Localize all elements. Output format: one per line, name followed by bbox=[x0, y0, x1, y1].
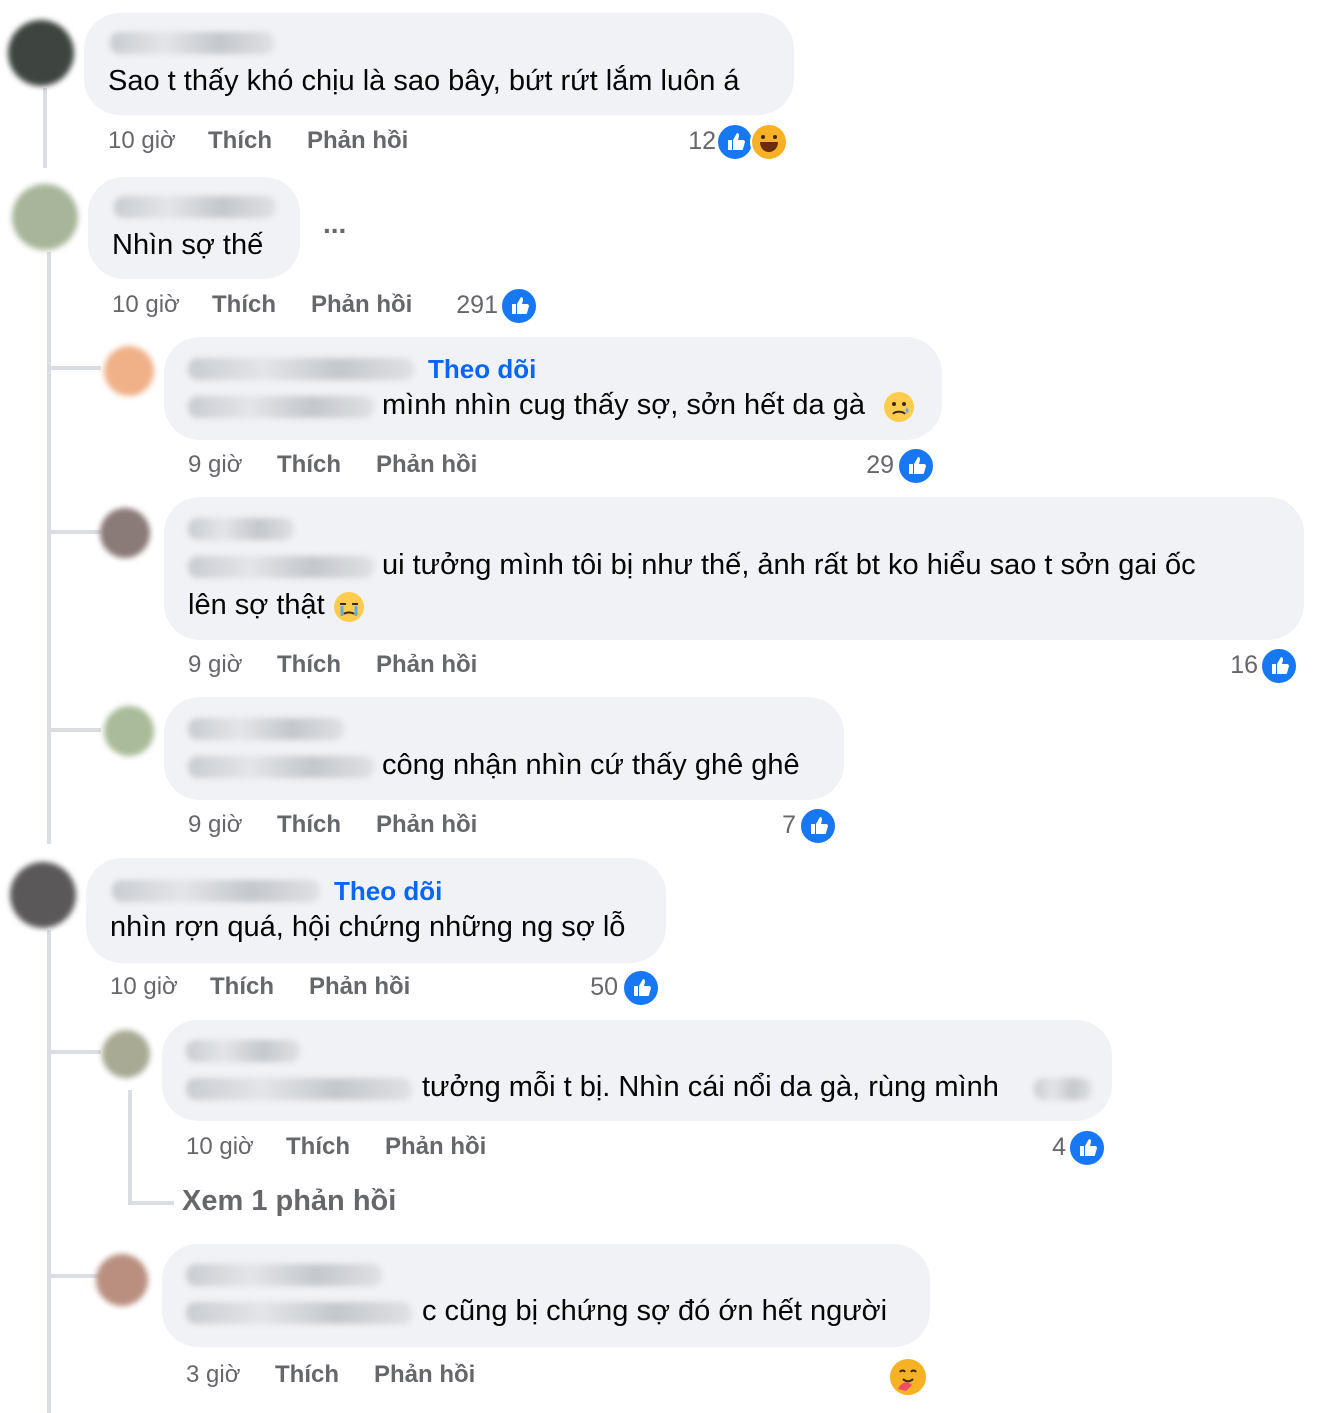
like-button[interactable]: Thích bbox=[275, 1361, 339, 1389]
commenter-name[interactable] bbox=[188, 358, 414, 380]
more-options-icon[interactable]: ... bbox=[323, 208, 346, 240]
avatar[interactable] bbox=[8, 20, 74, 86]
avatar[interactable] bbox=[10, 862, 76, 928]
view-replies-link[interactable]: Xem 1 phản hồi bbox=[182, 1185, 396, 1218]
like-icon bbox=[500, 287, 538, 325]
reaction-count[interactable]: 291 bbox=[440, 291, 498, 320]
like-icon bbox=[897, 447, 935, 485]
comment-text: Nhìn sợ thế bbox=[112, 229, 264, 261]
hug-reaction-icon bbox=[888, 1357, 928, 1397]
commenter-name[interactable] bbox=[112, 880, 320, 902]
comment-text: mình nhìn cug thấy sợ, sởn hết da gà bbox=[382, 389, 865, 421]
comment-time[interactable]: 10 giờ bbox=[110, 973, 178, 1001]
reply-button[interactable]: Phản hồi bbox=[307, 127, 408, 155]
comment-time[interactable]: 3 giờ bbox=[186, 1361, 240, 1389]
comment-time[interactable]: 9 giờ bbox=[188, 811, 242, 839]
like-icon bbox=[1260, 647, 1298, 685]
avatar[interactable] bbox=[104, 706, 154, 756]
like-button[interactable]: Thích bbox=[277, 451, 341, 479]
mention-tag[interactable] bbox=[186, 1078, 412, 1100]
reply-button[interactable]: Phản hồi bbox=[385, 1133, 486, 1161]
comment-time[interactable]: 10 giờ bbox=[112, 291, 180, 319]
like-button[interactable]: Thích bbox=[210, 973, 274, 1001]
avatar[interactable] bbox=[12, 184, 78, 250]
crying-emoji-icon bbox=[334, 592, 364, 622]
thread-line bbox=[43, 88, 47, 168]
like-button[interactable]: Thích bbox=[277, 651, 341, 679]
like-button[interactable]: Thích bbox=[286, 1133, 350, 1161]
comment-time[interactable]: 9 giờ bbox=[188, 451, 242, 479]
comment-text: tưởng mỗi t bị. Nhìn cái nổi da gà, rùng… bbox=[422, 1071, 999, 1103]
comment-text-line2: lên sợ thật bbox=[188, 589, 325, 621]
like-icon bbox=[716, 123, 754, 161]
thread-branch bbox=[51, 366, 101, 370]
like-icon bbox=[622, 969, 660, 1007]
avatar[interactable] bbox=[96, 1254, 148, 1306]
thread-line bbox=[47, 930, 51, 1413]
text-overflow-blur bbox=[1034, 1078, 1092, 1100]
commenter-name[interactable] bbox=[186, 1264, 382, 1286]
comment-text: Sao t thấy khó chịu là sao bây, bứt rứt … bbox=[108, 65, 740, 97]
follow-link[interactable]: Theo dõi bbox=[334, 876, 442, 907]
like-icon bbox=[799, 807, 837, 845]
comment-time[interactable]: 10 giờ bbox=[186, 1133, 254, 1161]
reaction-count[interactable]: 7 bbox=[760, 811, 796, 840]
avatar[interactable] bbox=[102, 1030, 150, 1078]
comment-text: nhìn rợn quá, hội chứng những ng sợ lỗ bbox=[110, 911, 626, 943]
thread-line bbox=[47, 252, 51, 844]
reply-button[interactable]: Phản hồi bbox=[376, 451, 477, 479]
comment-text: công nhận nhìn cứ thấy ghê ghê bbox=[382, 749, 800, 781]
like-button[interactable]: Thích bbox=[212, 291, 276, 319]
thread-branch bbox=[51, 1274, 101, 1278]
avatar[interactable] bbox=[104, 346, 154, 396]
reaction-count[interactable]: 4 bbox=[1030, 1133, 1066, 1162]
laugh-reaction-icon bbox=[750, 123, 788, 161]
thread-branch bbox=[132, 1201, 174, 1205]
like-icon bbox=[1068, 1129, 1106, 1167]
reply-button[interactable]: Phản hồi bbox=[376, 651, 477, 679]
thread-branch bbox=[51, 728, 101, 732]
like-button[interactable]: Thích bbox=[277, 811, 341, 839]
like-button[interactable]: Thích bbox=[208, 127, 272, 155]
mention-tag[interactable] bbox=[188, 396, 374, 418]
mention-tag[interactable] bbox=[186, 1302, 412, 1324]
reply-button[interactable]: Phản hồi bbox=[374, 1361, 475, 1389]
sad-emoji-icon bbox=[884, 392, 914, 422]
thread-branch bbox=[51, 530, 101, 534]
reply-button[interactable]: Phản hồi bbox=[311, 291, 412, 319]
mention-tag[interactable] bbox=[188, 756, 374, 778]
commenter-name[interactable] bbox=[188, 518, 294, 540]
commenter-name[interactable] bbox=[186, 1040, 300, 1062]
reaction-count[interactable]: 50 bbox=[572, 973, 618, 1002]
thread-line bbox=[128, 1090, 132, 1205]
commenter-name[interactable] bbox=[188, 718, 344, 740]
follow-link[interactable]: Theo dõi bbox=[428, 354, 536, 385]
commenter-name[interactable] bbox=[110, 32, 274, 54]
comment-time[interactable]: 10 giờ bbox=[108, 127, 176, 155]
avatar[interactable] bbox=[100, 508, 150, 558]
comment-time[interactable]: 9 giờ bbox=[188, 651, 242, 679]
reply-button[interactable]: Phản hồi bbox=[376, 811, 477, 839]
reaction-count[interactable]: 29 bbox=[850, 451, 894, 480]
comment-text: ui tưởng mình tôi bị như thế, ảnh rất bt… bbox=[382, 549, 1196, 581]
reaction-count[interactable]: 12 bbox=[672, 127, 716, 156]
mention-tag[interactable] bbox=[188, 556, 374, 578]
thread-branch bbox=[51, 1050, 101, 1054]
commenter-name[interactable] bbox=[114, 196, 276, 218]
reply-button[interactable]: Phản hồi bbox=[309, 973, 410, 1001]
comment-text: c cũng bị chứng sợ đó ớn hết người bbox=[422, 1295, 888, 1327]
reaction-count[interactable]: 16 bbox=[1214, 651, 1258, 680]
